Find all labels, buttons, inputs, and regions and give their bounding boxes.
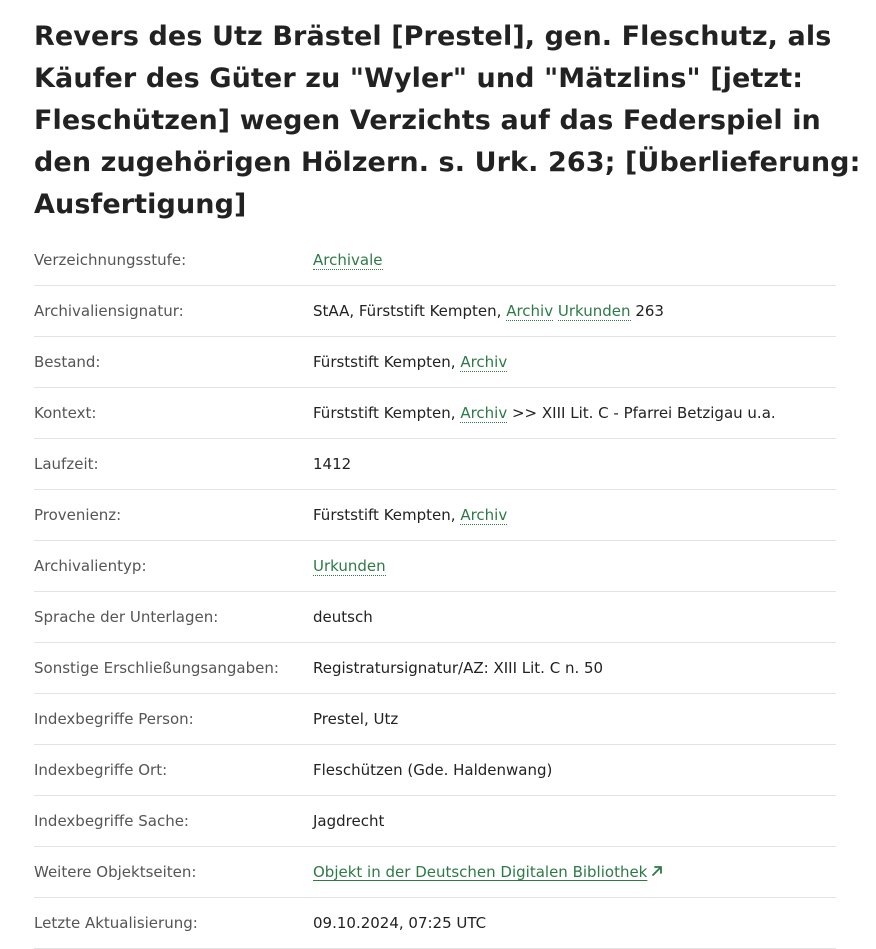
kontext-prefix: Fürststift Kempten, xyxy=(313,404,461,422)
metadata-table: Verzeichnungsstufe: Archivale Archivalie… xyxy=(34,235,836,949)
archivale-link[interactable]: Archivale xyxy=(313,251,383,270)
arrow-up-right-icon xyxy=(651,865,663,881)
label-archivaliensignatur: Archivaliensignatur: xyxy=(34,302,184,320)
provenienz-prefix: Fürststift Kempten, xyxy=(313,506,461,524)
row-archivaliensignatur: Archivaliensignatur: StAA, Fürststift Ke… xyxy=(34,286,836,337)
label-aktualisierung: Letzte Aktualisierung: xyxy=(34,914,198,932)
urkunden-link[interactable]: Urkunden xyxy=(557,302,631,321)
archivalientyp-urkunden-link[interactable]: Urkunden xyxy=(313,557,386,576)
row-person: Indexbegriffe Person: Prestel, Utz xyxy=(34,694,836,745)
value-ort: Fleschützen (Gde. Haldenwang) xyxy=(313,761,553,779)
value-provenienz: Fürststift Kempten, Archiv xyxy=(313,506,836,525)
row-aktualisierung: Letzte Aktualisierung: 09.10.2024, 07:25… xyxy=(34,898,836,949)
row-laufzeit: Laufzeit: 1412 xyxy=(34,439,836,490)
archiv-link[interactable]: Archiv xyxy=(506,302,554,321)
row-sprache: Sprache der Unterlagen: deutsch xyxy=(34,592,836,643)
row-verzeichnungsstufe: Verzeichnungsstufe: Archivale xyxy=(34,235,836,286)
value-laufzeit: 1412 xyxy=(313,455,352,473)
label-sache: Indexbegriffe Sache: xyxy=(34,812,189,830)
value-sprache: deutsch xyxy=(313,608,373,626)
bestand-prefix: Fürststift Kempten, xyxy=(313,353,461,371)
row-ort: Indexbegriffe Ort: Fleschützen (Gde. Hal… xyxy=(34,745,836,796)
label-kontext: Kontext: xyxy=(34,404,97,422)
signatur-number: 263 xyxy=(630,302,664,320)
label-sprache: Sprache der Unterlagen: xyxy=(34,608,219,626)
row-provenienz: Provenienz: Fürststift Kempten, Archiv xyxy=(34,490,836,541)
value-person: Prestel, Utz xyxy=(313,710,399,728)
bestand-archiv-link[interactable]: Archiv xyxy=(460,353,508,372)
row-kontext: Kontext: Fürststift Kempten, Archiv >> X… xyxy=(34,388,836,439)
row-sache: Indexbegriffe Sache: Jagdrecht xyxy=(34,796,836,847)
value-verzeichnungsstufe: Archivale xyxy=(313,251,836,270)
signatur-prefix: StAA, Fürststift Kempten, xyxy=(313,302,507,320)
label-bestand: Bestand: xyxy=(34,353,101,371)
row-sonstige: Sonstige Erschließungsangaben: Registrat… xyxy=(34,643,836,694)
label-person: Indexbegriffe Person: xyxy=(34,710,194,728)
value-sache: Jagdrecht xyxy=(313,812,385,830)
value-aktualisierung: 09.10.2024, 07:25 UTC xyxy=(313,914,487,932)
value-kontext: Fürststift Kempten, Archiv >> XIII Lit. … xyxy=(313,404,836,423)
row-bestand: Bestand: Fürststift Kempten, Archiv xyxy=(34,337,836,388)
label-laufzeit: Laufzeit: xyxy=(34,455,99,473)
ddb-link-label: Objekt in der Deutschen Digitalen Biblio… xyxy=(313,863,648,881)
label-verzeichnungsstufe: Verzeichnungsstufe: xyxy=(34,251,187,269)
row-archivalientyp: Archivalientyp: Urkunden xyxy=(34,541,836,592)
label-sonstige: Sonstige Erschließungsangaben: xyxy=(34,659,279,677)
label-ort: Indexbegriffe Ort: xyxy=(34,761,168,779)
value-bestand: Fürststift Kempten, Archiv xyxy=(313,353,836,372)
value-archivaliensignatur: StAA, Fürststift Kempten, Archiv Urkunde… xyxy=(313,302,836,321)
kontext-archiv-link[interactable]: Archiv xyxy=(460,404,508,423)
label-weitere: Weitere Objektseiten: xyxy=(34,863,197,881)
value-sonstige: Registratursignatur/AZ: XIII Lit. C n. 5… xyxy=(313,659,604,677)
provenienz-archiv-link[interactable]: Archiv xyxy=(460,506,508,525)
page-title: Revers des Utz Brästel [Prestel], gen. F… xyxy=(34,21,861,220)
value-archivalientyp: Urkunden xyxy=(313,557,836,576)
kontext-suffix: >> XIII Lit. C - Pfarrei Betzigau u.a. xyxy=(507,404,776,422)
record-detail: Revers des Utz Brästel [Prestel], gen. F… xyxy=(0,0,860,949)
ddb-external-link[interactable]: Objekt in der Deutschen Digitalen Biblio… xyxy=(313,863,647,881)
label-provenienz: Provenienz: xyxy=(34,506,122,524)
value-weitere: Objekt in der Deutschen Digitalen Biblio… xyxy=(313,863,836,881)
row-weitere: Weitere Objektseiten: Objekt in der Deut… xyxy=(34,847,836,898)
label-archivalientyp: Archivalientyp: xyxy=(34,557,147,575)
